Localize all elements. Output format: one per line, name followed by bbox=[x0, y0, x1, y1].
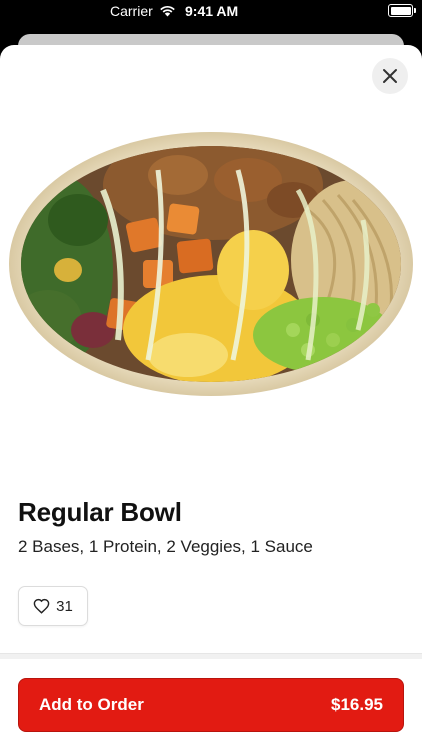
order-price: $16.95 bbox=[331, 695, 383, 714]
status-time: 9:41 AM bbox=[185, 3, 239, 19]
divider bbox=[0, 653, 422, 659]
product-description: 2 Bases, 1 Protein, 2 Veggies, 1 Sauce bbox=[18, 537, 313, 556]
product-sheet: Regular Bowl 2 Bases, 1 Protein, 2 Veggi… bbox=[0, 45, 422, 750]
add-to-order-button[interactable]: Add to Order $16.95 bbox=[18, 678, 404, 732]
close-button[interactable] bbox=[372, 58, 408, 94]
like-count: 31 bbox=[56, 597, 73, 615]
battery-icon bbox=[388, 4, 416, 17]
product-title: Regular Bowl bbox=[18, 497, 182, 527]
wifi-icon bbox=[159, 5, 175, 17]
close-icon bbox=[383, 69, 397, 83]
heart-outline-icon bbox=[33, 598, 50, 614]
carrier-label: Carrier bbox=[110, 3, 153, 19]
like-button[interactable]: 31 bbox=[18, 586, 88, 626]
bowl-image bbox=[9, 132, 413, 396]
add-to-order-label: Add to Order bbox=[39, 695, 144, 714]
carrier-group: Carrier bbox=[110, 3, 176, 19]
status-bar: Carrier 9:41 AM bbox=[0, 0, 422, 24]
